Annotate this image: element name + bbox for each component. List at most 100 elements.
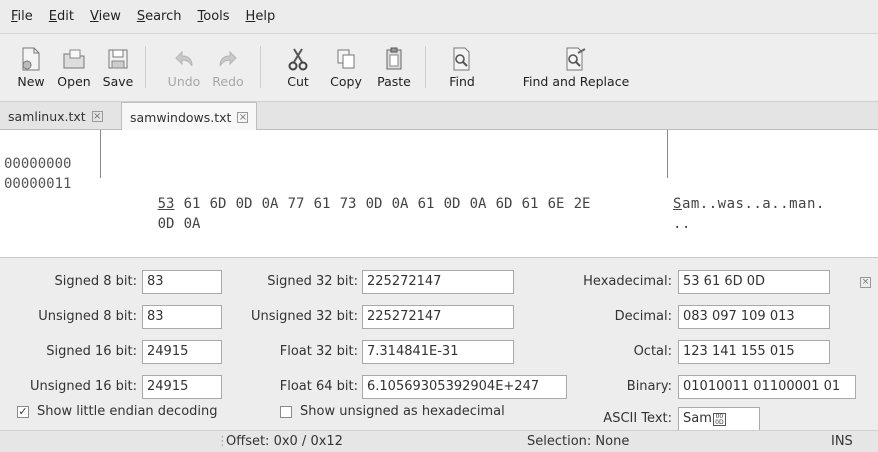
hex-byte[interactable]: 0D <box>444 194 470 214</box>
find-replace-label: Find and Replace <box>522 74 630 89</box>
hexadecimal-label: Hexadecimal: <box>583 274 672 289</box>
hex-row: 00000000 53 61 6D 0D 0A 77 61 73 0D 0A 61 0D 0A 6D 61 6… <box>0 134 878 212</box>
hexadecimal-field[interactable]: 53 61 6D 0D <box>678 270 830 294</box>
cut-label: Cut <box>287 74 309 89</box>
tab-samwindows[interactable]: samwindows.txt × <box>121 102 258 131</box>
redo-label: Redo <box>212 74 244 89</box>
new-document-icon <box>18 46 44 72</box>
octal-label: Octal: <box>633 344 672 359</box>
checkbox-checked-icon: ✓ <box>17 404 29 418</box>
hex-byte[interactable]: 0D <box>236 194 262 214</box>
unsigned16-field[interactable]: 24915 <box>142 375 222 399</box>
hex-byte[interactable]: 0A <box>392 194 418 214</box>
status-mode[interactable]: INS <box>831 434 853 449</box>
tab-label: samwindows.txt <box>130 109 232 125</box>
hex-byte[interactable]: 0A <box>262 194 288 214</box>
copy-pages-icon <box>333 46 359 72</box>
tab-label: samlinux.txt <box>8 108 86 124</box>
unsigned32-field[interactable]: 225272147 <box>362 305 514 329</box>
ascii-chars: am..was..a..man. <box>681 196 825 212</box>
status-selection: Selection: None <box>527 434 630 449</box>
little-endian-checkbox[interactable]: ✓ Show little endian decoding <box>17 404 218 419</box>
scissors-icon <box>285 46 311 72</box>
menu-tools[interactable]: Tools <box>191 9 239 24</box>
float64-label: Float 64 bit: <box>279 379 358 394</box>
tab-samlinux[interactable]: samlinux.txt × <box>0 102 111 130</box>
undo-arrow-icon <box>171 46 197 72</box>
hex-byte[interactable]: 61 <box>418 194 444 214</box>
little-endian-label: Show little endian decoding <box>37 404 218 419</box>
signed8-field[interactable]: 83 <box>142 270 222 294</box>
binary-label: Binary: <box>626 379 672 394</box>
unprintable-glyph-icon: 00 0D <box>712 412 726 426</box>
menu-view[interactable]: View <box>83 9 130 24</box>
hex-row: 00000011 0D 0A .. <box>0 154 878 232</box>
save-button[interactable]: Save <box>93 46 143 89</box>
menu-help[interactable]: Help <box>239 9 285 24</box>
unsigned-hex-checkbox[interactable]: Show unsigned as hexadecimal <box>280 404 505 419</box>
ascii-value: Sam <box>683 411 712 426</box>
menu-file[interactable]: File <box>4 9 42 24</box>
unsigned8-label: Unsigned 8 bit: <box>38 309 137 324</box>
toolbar-separator <box>260 46 261 88</box>
cut-button[interactable]: Cut <box>273 46 323 89</box>
decimal-label: Decimal: <box>614 309 672 324</box>
save-label: Save <box>102 74 134 89</box>
checkbox-unchecked-icon <box>280 405 292 418</box>
hex-byte[interactable]: 6D <box>210 194 236 214</box>
hex-byte[interactable]: 77 <box>288 194 314 214</box>
signed16-label: Signed 16 bit: <box>46 344 137 359</box>
unsigned-hex-label: Show unsigned as hexadecimal <box>300 404 505 419</box>
binary-field[interactable]: 01010011 01100001 01 <box>678 375 856 399</box>
signed8-label: Signed 8 bit: <box>54 274 137 289</box>
ascii-text-field[interactable]: Sam 00 0D <box>678 407 760 431</box>
float32-label: Float 32 bit: <box>279 344 358 359</box>
hex-byte[interactable]: 73 <box>340 194 366 214</box>
octal-field[interactable]: 123 141 155 015 <box>678 340 830 364</box>
copy-label: Copy <box>330 74 362 89</box>
copy-button[interactable]: Copy <box>321 46 371 89</box>
find-button[interactable]: Find <box>437 46 487 89</box>
menu-edit[interactable]: Edit <box>42 9 83 24</box>
hex-bytes[interactable]: 0D 0A <box>107 194 210 254</box>
unsigned16-label: Unsigned 16 bit: <box>29 379 137 394</box>
signed32-label: Signed 32 bit: <box>267 274 358 289</box>
open-label: Open <box>57 74 91 89</box>
close-tab-icon[interactable]: × <box>91 110 103 122</box>
hex-byte[interactable]: 0A <box>184 214 210 234</box>
paste-button[interactable]: Paste <box>369 46 419 89</box>
hex-byte[interactable]: 6E <box>548 194 574 214</box>
ascii-text[interactable]: .. <box>673 214 691 234</box>
close-tab-icon[interactable]: × <box>237 111 249 123</box>
hex-byte[interactable]: 6D <box>496 194 522 214</box>
unsigned8-field[interactable]: 83 <box>142 305 222 329</box>
find-replace-button[interactable]: Find and Replace <box>522 46 630 89</box>
paste-label: Paste <box>377 74 411 89</box>
signed32-field[interactable]: 225272147 <box>362 270 514 294</box>
ascii-chars: .. <box>673 216 691 232</box>
open-button[interactable]: Open <box>49 46 99 89</box>
status-bar: ⋮ Offset: 0x0 / 0x12 Selection: None INS <box>0 430 878 452</box>
hex-byte[interactable]: 0A <box>470 194 496 214</box>
signed16-field[interactable]: 24915 <box>142 340 222 364</box>
close-panel-icon[interactable]: × <box>860 277 871 288</box>
hex-byte[interactable]: 0D <box>366 194 392 214</box>
hex-byte[interactable]: 61 <box>314 194 340 214</box>
hex-byte[interactable]: 0D <box>158 214 184 234</box>
open-folder-icon <box>61 46 87 72</box>
decoding-panel: × Signed 8 bit: 83 Unsigned 8 bit: 83 Si… <box>0 259 878 431</box>
hex-byte[interactable]: 2E <box>574 194 600 214</box>
toolbar: New Open Save Undo Redo Cut Copy Paste F… <box>0 34 878 102</box>
redo-button[interactable]: Redo <box>203 46 253 89</box>
find-magnifier-icon <box>449 46 475 72</box>
float64-field[interactable]: 6.10569305392904E+247 <box>362 375 567 399</box>
float32-field[interactable]: 7.314841E-31 <box>362 340 514 364</box>
ascii-text[interactable]: Sam..was..a..man. <box>673 194 825 214</box>
decimal-field[interactable]: 083 097 109 013 <box>678 305 830 329</box>
undo-button[interactable]: Undo <box>159 46 209 89</box>
hex-byte[interactable]: 61 <box>522 194 548 214</box>
find-label: Find <box>449 74 475 89</box>
ascii-cursor-char: S <box>673 196 682 212</box>
menu-search[interactable]: Search <box>130 9 191 24</box>
hex-view[interactable]: 00000000 53 61 6D 0D 0A 77 61 73 0D 0A 61 0D 0A 6D 61 6… <box>0 130 878 258</box>
